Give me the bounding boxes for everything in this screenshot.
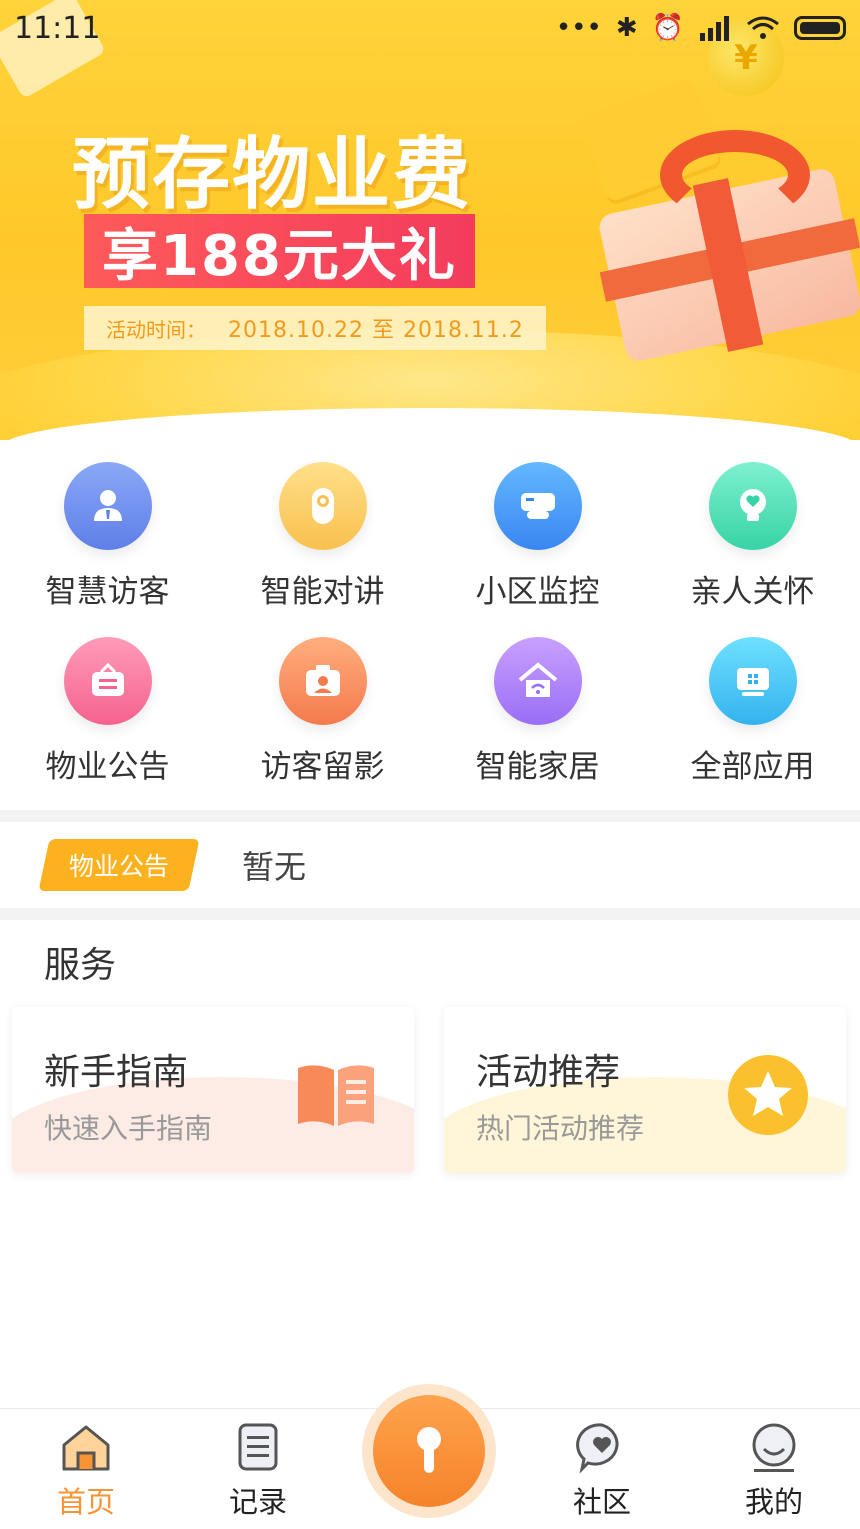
gift-box-icon [597, 120, 860, 364]
notice-tag-label: 物业公告 [68, 852, 169, 881]
promo-banner[interactable]: ¥ 11:11 ••• ✱ ⏰ 预存物业费 享188元大礼 活动时间： 2018… [0, 0, 860, 440]
grid-item-all-apps[interactable]: 全部应用 [645, 637, 860, 786]
bluetooth-icon: ✱ [615, 13, 638, 43]
status-bar: 11:11 ••• ✱ ⏰ [0, 0, 860, 56]
tab-label: 社区 [572, 1485, 631, 1519]
status-time: 11:11 [14, 10, 101, 46]
card-beginner-guide[interactable]: 新手指南 快速入手指南 [12, 1007, 414, 1173]
battery-icon [794, 16, 846, 40]
lightbulb-heart-icon [708, 462, 797, 550]
banner-subtitle: 享188元大礼 [84, 214, 475, 289]
tab-community[interactable]: 社区 [542, 1419, 662, 1521]
card-activity[interactable]: 活动推荐 热门活动推荐 [444, 1007, 846, 1173]
grid-label: 小区监控 [475, 574, 600, 610]
banner-title: 预存物业费 [72, 130, 473, 220]
grid-label: 亲人关怀 [690, 574, 815, 610]
grid-item-notice[interactable]: 物业公告 [0, 637, 215, 786]
signal-icon [700, 16, 729, 41]
intercom-icon [278, 462, 367, 550]
services-title: 服务 [44, 945, 117, 986]
status-icons: ••• ✱ ⏰ [556, 13, 846, 43]
dots-icon: ••• [555, 13, 602, 43]
grid-label: 物业公告 [45, 749, 170, 785]
function-grid: 智慧访客 智能对讲 小区监控 亲人关怀 物业公告 访客留影 智能家居 全部应用 [0, 462, 860, 786]
tab-label: 记录 [228, 1485, 287, 1519]
section-divider [0, 908, 860, 920]
card-subtitle: 热门活动推荐 [476, 1112, 645, 1145]
grid-item-visitor[interactable]: 智慧访客 [0, 462, 215, 611]
banner-time: 活动时间： 2018.10.22 至 2018.11.2 [84, 306, 546, 350]
star-icon [726, 1053, 810, 1137]
tab-profile[interactable]: 我的 [714, 1419, 834, 1521]
tab-label: 我的 [744, 1485, 803, 1519]
notice-text: 暂无 [242, 848, 307, 886]
grid-item-visitor-photo[interactable]: 访客留影 [215, 637, 430, 786]
tab-record[interactable]: 记录 [198, 1419, 318, 1521]
card-title: 新手指南 [44, 1052, 189, 1093]
wifi-icon [747, 16, 779, 39]
banner-time-label: 活动时间： [106, 317, 206, 342]
alarm-icon: ⏰ [651, 13, 684, 43]
grid-item-smart-home[interactable]: 智能家居 [430, 637, 645, 786]
camera-monitor-icon [493, 462, 582, 550]
banner-time-range: 2018.10.22 至 2018.11.2 [228, 318, 524, 343]
notice-bar[interactable]: 物业公告 暂无 [0, 822, 860, 908]
card-subtitle: 快速入手指南 [44, 1112, 213, 1145]
tab-label: 首页 [56, 1485, 115, 1519]
grid-label: 智能家居 [475, 749, 600, 785]
unlock-key-button[interactable] [362, 1384, 496, 1518]
tab-home[interactable]: 首页 [26, 1419, 146, 1521]
grid-label: 智能对讲 [260, 574, 385, 610]
profile-icon [752, 1423, 796, 1472]
photo-camera-icon [278, 637, 367, 725]
grid-label: 访客留影 [260, 749, 385, 785]
notice-tag: 物业公告 [38, 839, 200, 891]
grid-item-care[interactable]: 亲人关怀 [645, 462, 860, 611]
grid-label: 全部应用 [690, 749, 815, 785]
home-icon [62, 1425, 110, 1471]
grid-item-intercom[interactable]: 智能对讲 [215, 462, 430, 611]
card-title: 活动推荐 [476, 1052, 621, 1093]
grid-item-monitor[interactable]: 小区监控 [430, 462, 645, 611]
section-divider [0, 810, 860, 822]
all-apps-icon [708, 637, 797, 725]
record-icon [238, 1423, 278, 1471]
visitor-icon [63, 462, 152, 550]
notice-bag-icon [63, 637, 152, 725]
grid-label: 智慧访客 [45, 574, 170, 610]
key-icon [373, 1395, 485, 1507]
smart-home-icon [493, 637, 582, 725]
book-icon [294, 1053, 378, 1137]
community-icon [576, 1423, 619, 1474]
home-page: ¥ 11:11 ••• ✱ ⏰ 预存物业费 享188元大礼 活动时间： 2018… [0, 0, 860, 1529]
